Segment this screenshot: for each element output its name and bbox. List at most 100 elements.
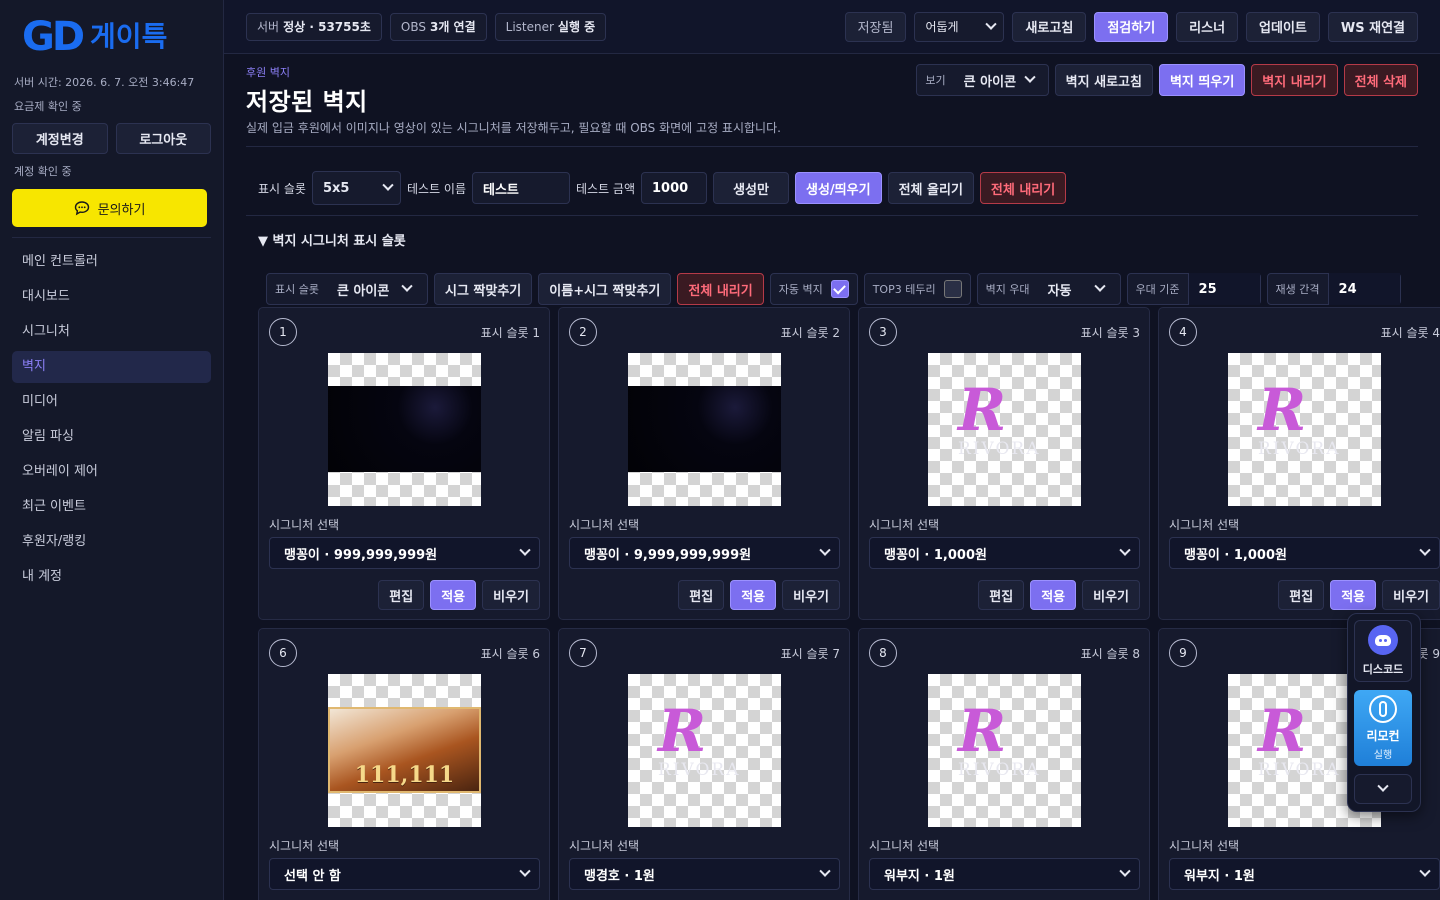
clear-button[interactable]: 비우기 xyxy=(1382,580,1440,610)
discord-button[interactable]: 디스코드 xyxy=(1354,620,1412,682)
wall-priority-value: 자동 xyxy=(1047,283,1072,299)
auto-wall-toggle[interactable]: 자동 벽지 xyxy=(769,273,858,305)
sidebar-item[interactable]: 시그니처 xyxy=(12,316,211,348)
replay-interval-input[interactable]: 24 xyxy=(1327,273,1400,305)
slot-thumbnail[interactable]: R RIVORA xyxy=(928,353,1081,506)
sidebar-item[interactable]: 최근 이벤트 xyxy=(12,491,211,523)
sidebar-item[interactable]: 미디어 xyxy=(12,386,211,418)
wall-priority-select[interactable]: 자동 xyxy=(1038,277,1112,301)
slot-thumbnail[interactable]: R RIVORA xyxy=(628,674,781,827)
apply-button[interactable]: 적용 xyxy=(1330,580,1377,610)
remote-sub-label: 실행 xyxy=(1373,750,1393,761)
fit-sig-button[interactable]: 시그 짝맞추기 xyxy=(433,273,533,305)
slot-thumbnail[interactable]: 111,111 xyxy=(328,674,481,827)
sidebar-item[interactable]: 알림 파싱 xyxy=(12,421,211,453)
slot-title: 표시 슬롯 2 xyxy=(780,326,840,340)
signature-select[interactable]: 맹꽁이 · 1,000원 xyxy=(869,537,1140,569)
app-logo[interactable]: GD 게이특 xyxy=(12,14,211,60)
edit-button[interactable]: 편집 xyxy=(978,580,1025,610)
refresh-button[interactable]: 새로고침 xyxy=(1012,11,1087,42)
header-actions: 보기 큰 아이콘 벽지 새로고침 벽지 띄우기 벽지 내리기 전체 삭제 xyxy=(916,64,1418,96)
signature-select[interactable]: 맹경호 · 1원 xyxy=(569,858,840,890)
signature-select[interactable]: 선택 안 함 xyxy=(269,858,540,890)
slot-thumbnail[interactable] xyxy=(328,353,481,506)
slot-card: 2 표시 슬롯 2 시그니처 선택 맹꽁이 · 9,999,999,999원 편집 적용 비… xyxy=(558,307,850,620)
replay-interval-box: 재생 간격 24 xyxy=(1266,273,1401,305)
chevron-down-icon xyxy=(519,544,531,556)
slot-display-select[interactable]: 큰 아이콘 xyxy=(327,277,419,301)
signature-select[interactable]: 맹꽁이 · 1,000원 xyxy=(1169,537,1440,569)
sidebar-item[interactable]: 오버레이 제어 xyxy=(12,456,211,488)
sidebar-item[interactable]: 대시보드 xyxy=(12,281,211,313)
slot-card: 3 표시 슬롯 3 R RIVORA 시그니처 선택 맹꽁이 · 1,000원 편집 적용 비우… xyxy=(858,307,1150,620)
server-status-pill: 서버 정상 · 53755초 xyxy=(246,12,382,41)
test-amount-input[interactable]: 1000 xyxy=(641,172,708,204)
slot-display-box: 표시 슬롯 큰 아이콘 xyxy=(266,273,428,305)
wall-hide-button[interactable]: 벽지 내리기 xyxy=(1251,64,1338,96)
signature-select[interactable]: 워부지 · 1원 xyxy=(869,858,1140,890)
apply-button[interactable]: 적용 xyxy=(1030,580,1077,610)
create-only-button[interactable]: 생성만 xyxy=(713,172,790,204)
chevron-down-icon xyxy=(819,865,831,877)
signature-select-value: 워부지 · 1원 xyxy=(1184,868,1255,884)
view-mode-select[interactable]: 큰 아이콘 xyxy=(954,68,1042,92)
signature-select[interactable]: 맹꽁이 · 999,999,999원 xyxy=(269,537,540,569)
slot-display-value: 큰 아이콘 xyxy=(336,283,390,299)
wall-refresh-button[interactable]: 벽지 새로고침 xyxy=(1054,64,1153,96)
edit-button[interactable]: 편집 xyxy=(1278,580,1325,610)
test-name-input[interactable]: 테스트 xyxy=(472,172,570,204)
signature-select[interactable]: 워부지 · 1원 xyxy=(1169,858,1440,890)
edit-button[interactable]: 편집 xyxy=(378,580,425,610)
show-all-button[interactable]: 전체 올리기 xyxy=(887,172,974,204)
chevron-down-icon xyxy=(1419,544,1431,556)
wall-show-button[interactable]: 벽지 띄우기 xyxy=(1158,64,1246,96)
slot-size-select[interactable]: 5x5 xyxy=(311,171,401,205)
page-description: 실제 입금 후원에서 이미지나 영상이 있는 시그니처를 저장해두고, 필요할 … xyxy=(246,121,781,135)
clear-button[interactable]: 비우기 xyxy=(1082,580,1140,610)
listener-button[interactable]: 리스너 xyxy=(1176,11,1239,42)
slot-thumbnail[interactable]: R RIVORA xyxy=(928,674,1081,827)
inspect-button[interactable]: 점검하기 xyxy=(1094,11,1169,42)
create-show-button[interactable]: 생성/띄우기 xyxy=(795,172,882,204)
remote-button[interactable]: 리모컨 실행 xyxy=(1354,690,1412,766)
delete-all-button[interactable]: 전체 삭제 xyxy=(1343,64,1418,96)
listener-status-pill: Listener 실행 중 xyxy=(494,12,607,41)
logo-preview-text: RIVORA xyxy=(958,760,1041,780)
sidebar-item[interactable]: 메인 컨트롤러 xyxy=(12,246,211,278)
logo-preview-text: RIVORA xyxy=(958,439,1041,459)
change-account-button[interactable]: 계정변경 xyxy=(12,123,108,154)
sidebar-item[interactable]: 후원자/랭킹 xyxy=(12,526,211,558)
inquiry-button[interactable]: 문의하기 xyxy=(12,189,207,227)
clear-button[interactable]: 비우기 xyxy=(482,580,540,610)
obs-status-prefix: OBS xyxy=(400,19,426,34)
slot-thumbnail[interactable] xyxy=(628,353,781,506)
apply-button[interactable]: 적용 xyxy=(730,580,777,610)
signature-select-label: 시그니처 선택 xyxy=(1169,518,1240,532)
edit-button[interactable]: 편집 xyxy=(678,580,725,610)
video-preview xyxy=(328,386,481,472)
listener-status-prefix: Listener xyxy=(505,19,554,34)
sidebar-item[interactable]: 벽지 xyxy=(12,351,211,383)
slot-hide-all-button[interactable]: 전체 내리기 xyxy=(677,273,764,305)
discord-label: 디스코드 xyxy=(1362,663,1404,676)
slot-thumbnail[interactable]: R RIVORA xyxy=(1228,353,1381,506)
sidebar-item[interactable]: 내 계정 xyxy=(12,561,211,593)
ws-reconnect-button[interactable]: WS 재연결 xyxy=(1327,11,1418,42)
view-mode-label: 보기 xyxy=(925,74,946,87)
apply-button[interactable]: 적용 xyxy=(430,580,477,610)
chat-bubble-icon xyxy=(74,201,89,216)
logout-button[interactable]: 로그아웃 xyxy=(115,123,211,154)
clear-button[interactable]: 비우기 xyxy=(782,580,840,610)
signature-select[interactable]: 맹꽁이 · 9,999,999,999원 xyxy=(569,537,840,569)
top3-border-checkbox[interactable] xyxy=(943,280,962,298)
fit-name-sig-button[interactable]: 이름+시그 짝맞추기 xyxy=(538,273,672,305)
section-toggle[interactable]: ▼ 벽지 시그니처 표시 슬롯 xyxy=(246,230,1418,249)
test-name-label: 테스트 이름 xyxy=(406,181,466,196)
priority-base-input[interactable]: 25 xyxy=(1187,273,1260,305)
theme-select[interactable]: 어둡게 xyxy=(914,11,1005,42)
update-button[interactable]: 업데이트 xyxy=(1246,11,1320,42)
auto-wall-checkbox[interactable] xyxy=(830,280,849,298)
top3-border-toggle[interactable]: TOP3 테두리 xyxy=(863,273,971,305)
hide-all-button[interactable]: 전체 내리기 xyxy=(979,172,1067,204)
collapse-widget-button[interactable] xyxy=(1354,774,1412,804)
